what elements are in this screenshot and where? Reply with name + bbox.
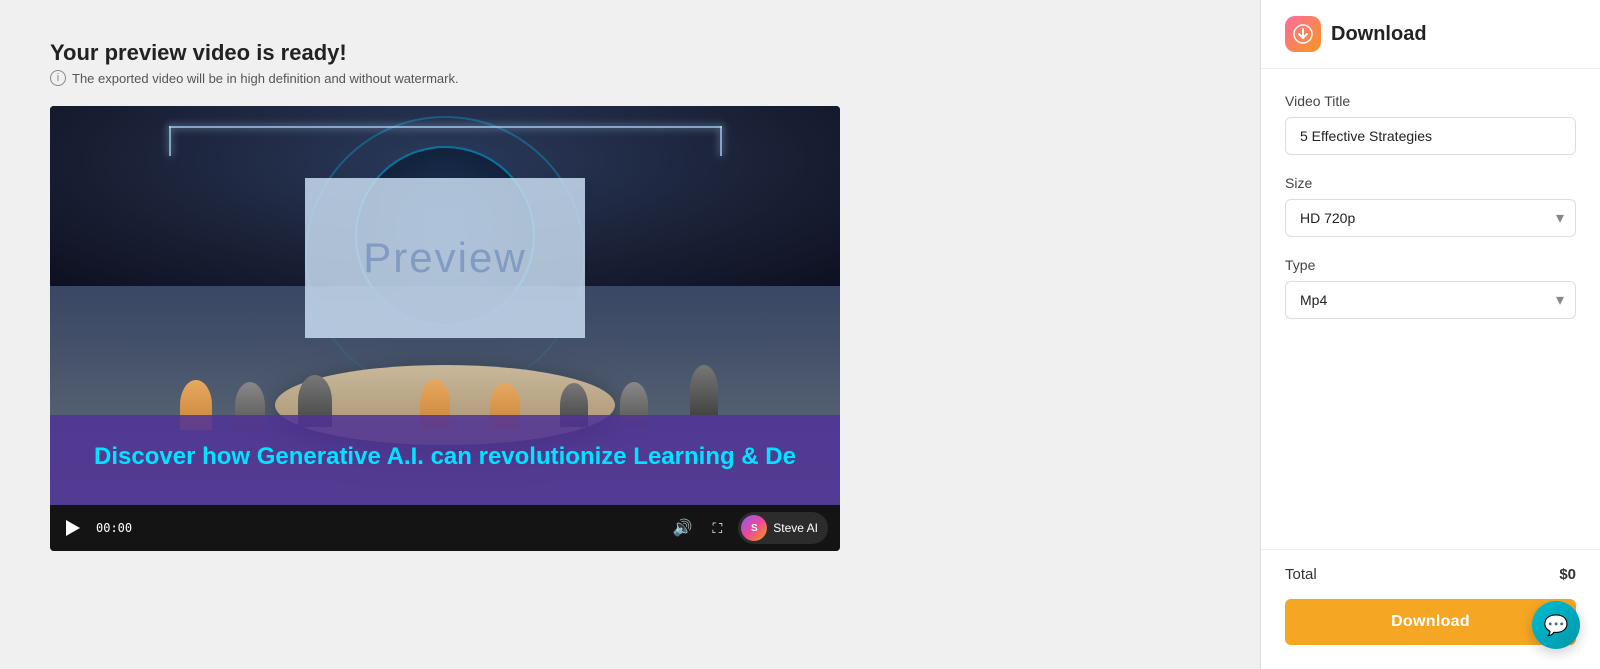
video-scene: Preview Discover how Generative A.I. can…	[50, 106, 840, 505]
download-header-label: Download	[1331, 23, 1427, 46]
total-label: Total	[1285, 566, 1317, 583]
type-select[interactable]: Mp4 WebM Avi	[1285, 281, 1576, 319]
type-label: Type	[1285, 257, 1576, 273]
fullscreen-icon: ⛶	[712, 520, 722, 537]
time-display: 00:00	[96, 521, 132, 535]
chat-bubble[interactable]: 💬	[1532, 601, 1580, 649]
person-silhouette	[690, 365, 718, 415]
video-title-label: Video Title	[1285, 93, 1576, 109]
steve-ai-text: Steve AI	[773, 521, 818, 535]
caption-text: Discover how Generative A.I. can revolut…	[94, 441, 796, 472]
video-controls: 00:00 🔊 ⛶ S Steve AI	[50, 505, 840, 551]
preview-subtitle: i The exported video will be in high def…	[50, 70, 1210, 86]
type-select-wrapper: Mp4 WebM Avi ▾	[1285, 281, 1576, 319]
total-row: Total $0	[1285, 566, 1576, 583]
size-select[interactable]: HD 720p Full HD 1080p 4K SD 480p	[1285, 199, 1576, 237]
info-icon: i	[50, 70, 66, 86]
play-button[interactable]	[62, 516, 84, 540]
volume-button[interactable]: 🔊	[669, 514, 697, 542]
steve-ai-badge: S Steve AI	[738, 512, 828, 544]
total-value: $0	[1559, 566, 1576, 583]
preview-subtitle-text: The exported video will be in high defin…	[72, 71, 459, 86]
right-header: Download	[1261, 0, 1600, 69]
video-title-input[interactable]	[1285, 117, 1576, 155]
right-panel: Download Video Title Size HD 720p Full H…	[1260, 0, 1600, 669]
right-content: Video Title Size HD 720p Full HD 1080p 4…	[1261, 69, 1600, 549]
video-player: Preview Discover how Generative A.I. can…	[50, 106, 840, 551]
size-select-wrapper: HD 720p Full HD 1080p 4K SD 480p ▾	[1285, 199, 1576, 237]
volume-icon: 🔊	[673, 518, 693, 538]
preview-heading: Your preview video is ready!	[50, 40, 1210, 66]
size-group: Size HD 720p Full HD 1080p 4K SD 480p ▾	[1285, 175, 1576, 237]
ceiling-line-right	[720, 126, 722, 156]
projection-screen: Preview	[305, 178, 585, 338]
chat-icon: 💬	[1544, 613, 1569, 638]
size-label: Size	[1285, 175, 1576, 191]
steve-ai-logo: S	[741, 515, 767, 541]
left-panel: Your preview video is ready! i The expor…	[0, 0, 1260, 669]
download-icon-svg	[1293, 24, 1313, 44]
play-icon	[66, 520, 80, 536]
download-logo-icon	[1285, 16, 1321, 52]
type-group: Type Mp4 WebM Avi ▾	[1285, 257, 1576, 319]
fullscreen-button[interactable]: ⛶	[708, 516, 726, 541]
video-title-group: Video Title	[1285, 93, 1576, 155]
caption-overlay: Discover how Generative A.I. can revolut…	[50, 415, 840, 505]
preview-watermark: Preview	[363, 234, 526, 282]
ceiling-line-top	[169, 126, 722, 128]
ceiling-line-left	[169, 126, 171, 156]
